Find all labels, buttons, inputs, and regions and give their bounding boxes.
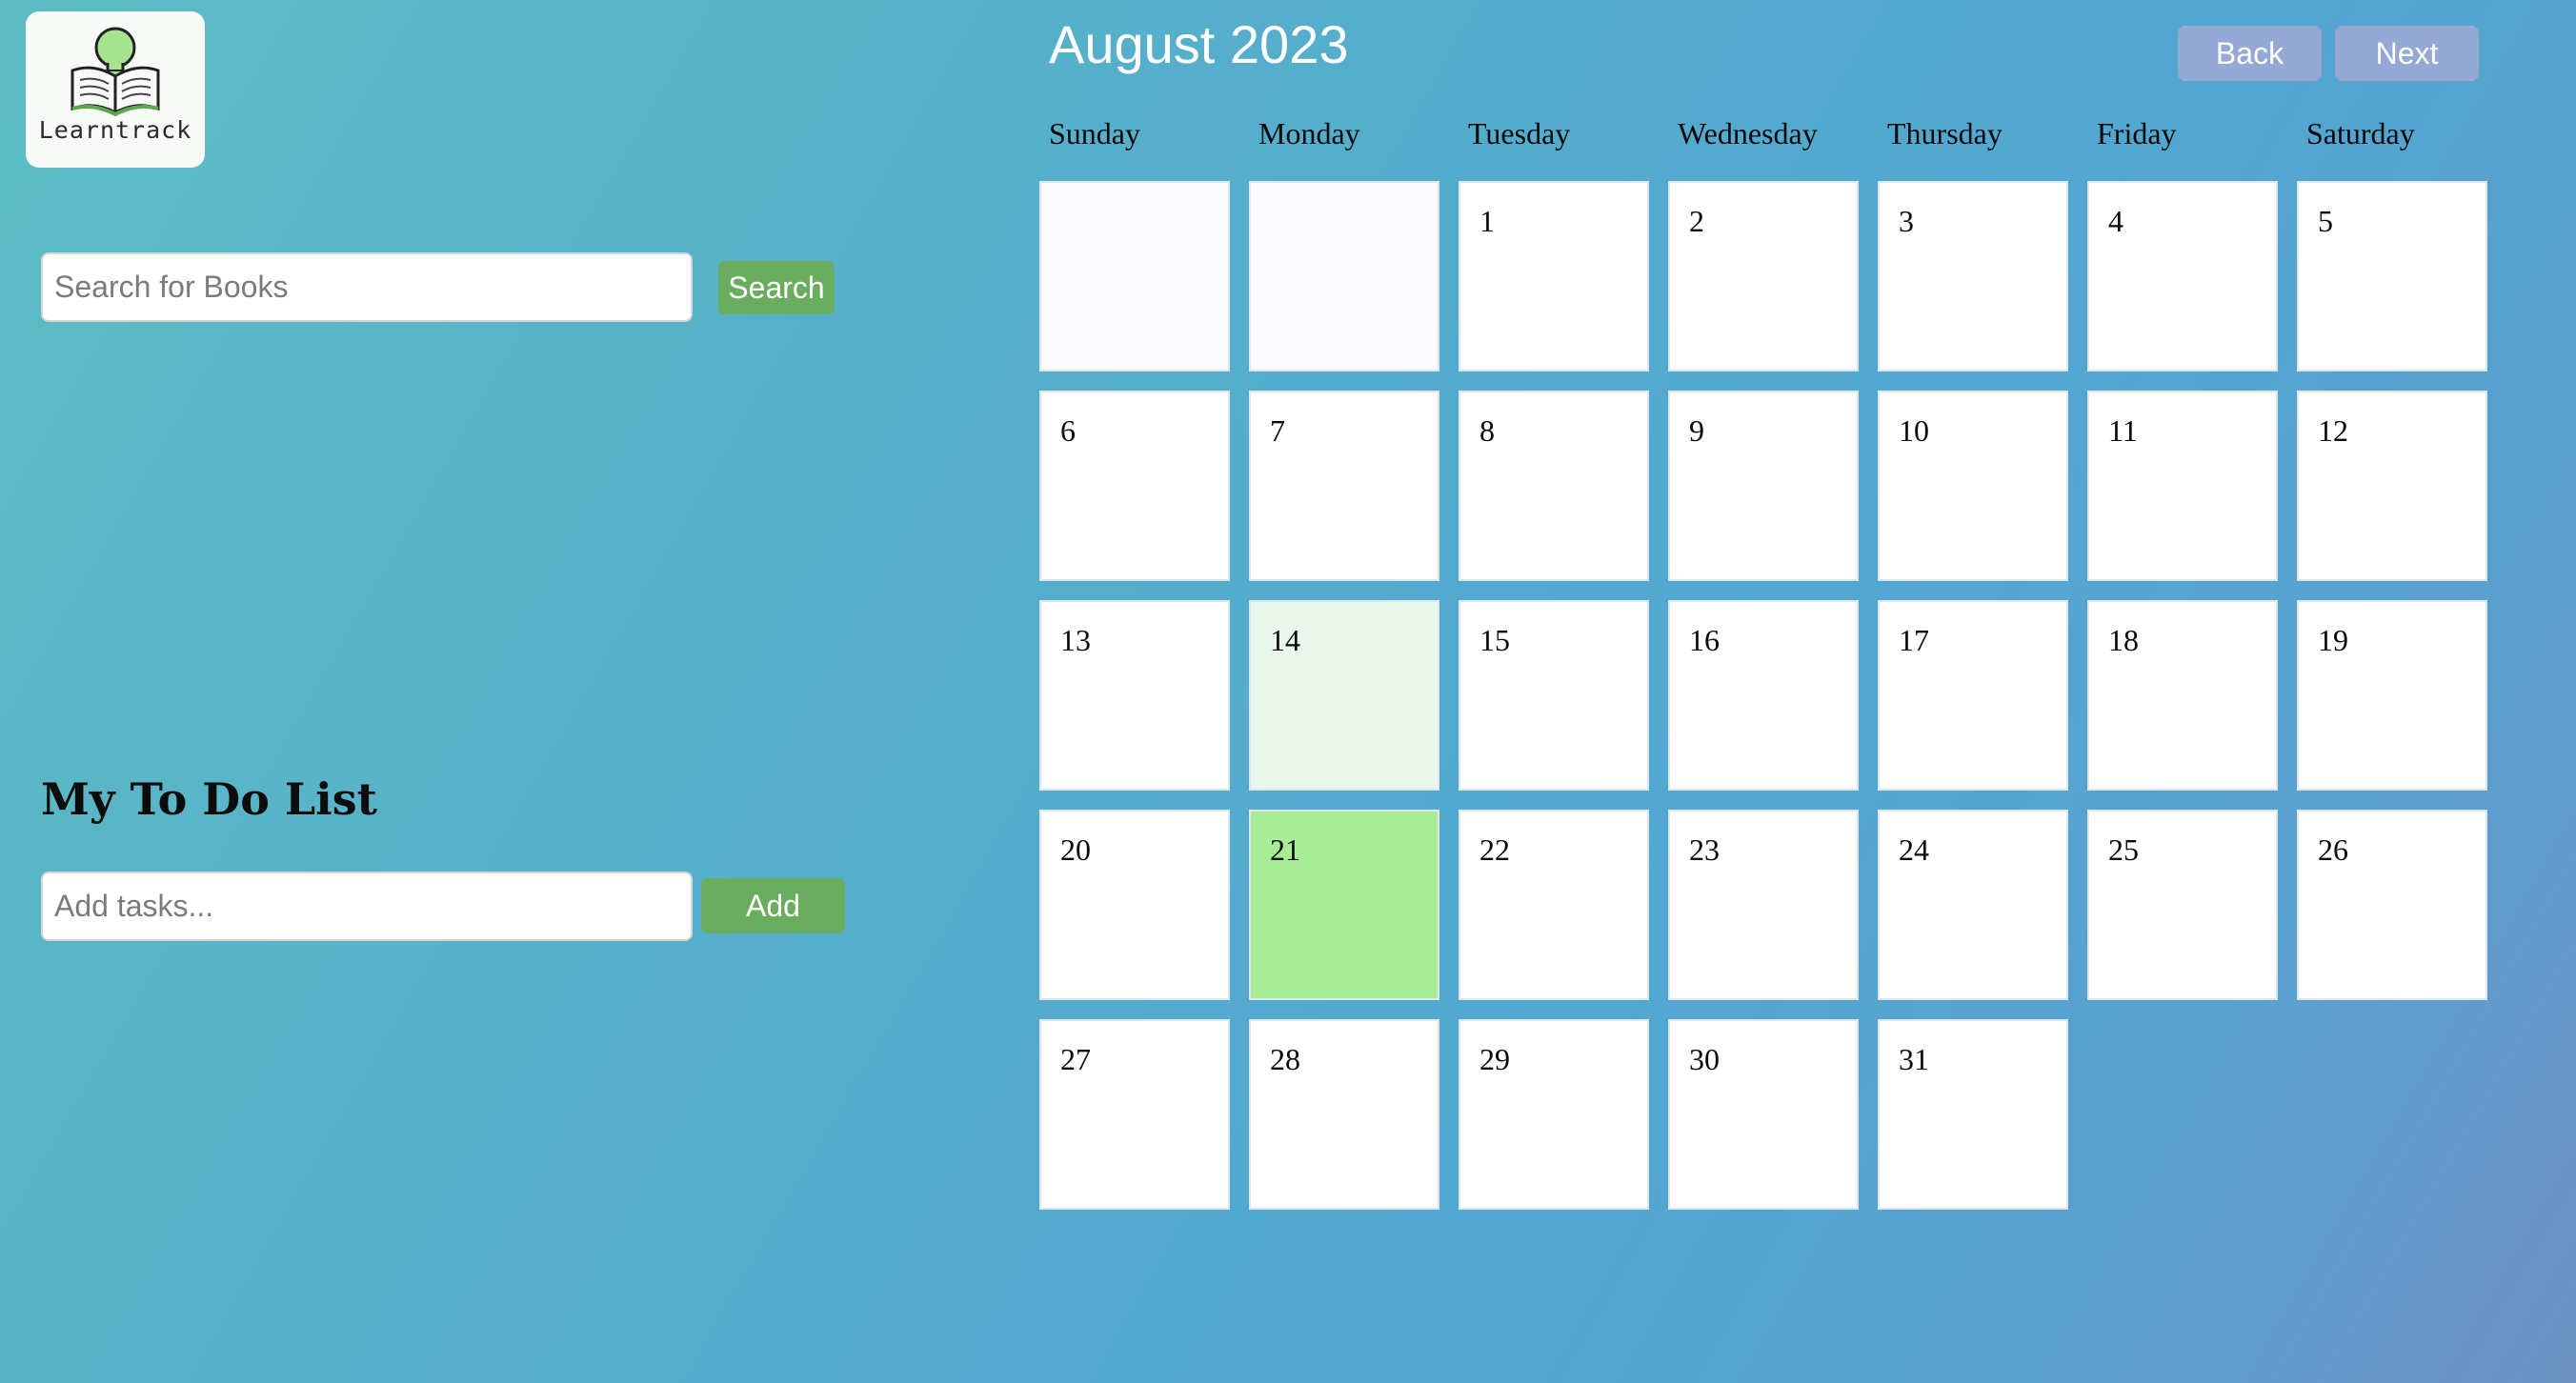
book-search-input[interactable] (41, 252, 693, 322)
day-number: 1 (1479, 204, 1495, 238)
calendar-day[interactable]: 24 (1878, 810, 2068, 1000)
day-number: 29 (1479, 1042, 1510, 1076)
day-number: 28 (1270, 1042, 1300, 1076)
day-number: 21 (1270, 832, 1300, 867)
weekday-thursday: Thursday (1887, 116, 2002, 150)
day-number: 2 (1689, 204, 1704, 238)
calendar-day[interactable]: 27 (1039, 1019, 1230, 1210)
calendar-day[interactable]: 1 (1459, 181, 1649, 371)
day-number: 10 (1899, 413, 1929, 448)
weekday-sunday: Sunday (1049, 116, 1140, 150)
calendar-day[interactable]: 15 (1459, 600, 1649, 791)
calendar-day[interactable]: 26 (2297, 810, 2487, 1000)
day-number: 19 (2318, 623, 2348, 657)
calendar-day-empty (1249, 181, 1439, 371)
calendar-day[interactable]: 18 (2087, 600, 2278, 791)
calendar-day[interactable]: 8 (1459, 391, 1649, 581)
back-button[interactable]: Back (2178, 26, 2322, 81)
calendar-day[interactable]: 4 (2087, 181, 2278, 371)
weekday-monday: Monday (1258, 116, 1360, 150)
lightbulb-book-icon (70, 27, 160, 116)
next-button[interactable]: Next (2335, 26, 2479, 81)
calendar-day[interactable]: 20 (1039, 810, 1230, 1000)
calendar-day[interactable]: 28 (1249, 1019, 1439, 1210)
calendar-day[interactable]: 31 (1878, 1019, 2068, 1210)
calendar-day[interactable]: 16 (1668, 600, 1859, 791)
calendar-day[interactable]: 6 (1039, 391, 1230, 581)
calendar-day[interactable]: 12 (2297, 391, 2487, 581)
calendar-day-highlighted[interactable]: 14 (1249, 600, 1439, 791)
weekday-friday: Friday (2097, 116, 2177, 150)
day-number: 27 (1060, 1042, 1091, 1076)
day-number: 14 (1270, 623, 1300, 657)
day-number: 24 (1899, 832, 1929, 867)
day-number: 9 (1689, 413, 1704, 448)
calendar-day[interactable]: 9 (1668, 391, 1859, 581)
calendar-day[interactable]: 7 (1249, 391, 1439, 581)
day-number: 15 (1479, 623, 1510, 657)
day-number: 16 (1689, 623, 1720, 657)
calendar-day[interactable]: 10 (1878, 391, 2068, 581)
weekday-tuesday: Tuesday (1468, 116, 1571, 150)
day-number: 3 (1899, 204, 1914, 238)
calendar-day[interactable]: 23 (1668, 810, 1859, 1000)
app-logo: Learntrack (26, 11, 205, 168)
calendar-day[interactable]: 11 (2087, 391, 2278, 581)
day-number: 23 (1689, 832, 1720, 867)
day-number: 20 (1060, 832, 1091, 867)
calendar-day[interactable]: 30 (1668, 1019, 1859, 1210)
calendar-day[interactable]: 22 (1459, 810, 1649, 1000)
day-number: 31 (1899, 1042, 1929, 1076)
calendar-day[interactable]: 25 (2087, 810, 2278, 1000)
calendar-day-today[interactable]: 21 (1249, 810, 1439, 1000)
weekday-wednesday: Wednesday (1678, 116, 1818, 150)
add-task-input[interactable] (41, 872, 693, 941)
day-number: 7 (1270, 413, 1285, 448)
todo-list-title: My To Do List (41, 773, 377, 825)
add-task-button[interactable]: Add (701, 878, 845, 933)
day-number: 8 (1479, 413, 1495, 448)
day-number: 12 (2318, 413, 2348, 448)
day-number: 4 (2108, 204, 2123, 238)
day-number: 5 (2318, 204, 2333, 238)
day-number: 26 (2318, 832, 2348, 867)
day-number: 11 (2108, 413, 2138, 448)
day-number: 6 (1060, 413, 1076, 448)
calendar-day[interactable]: 5 (2297, 181, 2487, 371)
weekday-saturday: Saturday (2306, 116, 2415, 150)
search-button[interactable]: Search (718, 261, 835, 314)
day-number: 13 (1060, 623, 1091, 657)
calendar-day[interactable]: 29 (1459, 1019, 1649, 1210)
day-number: 17 (1899, 623, 1929, 657)
calendar-day[interactable]: 2 (1668, 181, 1859, 371)
calendar-day-empty (1039, 181, 1230, 371)
day-number: 22 (1479, 832, 1510, 867)
logo-text: Learntrack (38, 116, 192, 144)
day-number: 25 (2108, 832, 2139, 867)
calendar-day[interactable]: 13 (1039, 600, 1230, 791)
day-number: 30 (1689, 1042, 1720, 1076)
calendar-day[interactable]: 17 (1878, 600, 2068, 791)
calendar-month-title: August 2023 (1049, 14, 1349, 74)
day-number: 18 (2108, 623, 2139, 657)
calendar-day[interactable]: 3 (1878, 181, 2068, 371)
calendar-day[interactable]: 19 (2297, 600, 2487, 791)
